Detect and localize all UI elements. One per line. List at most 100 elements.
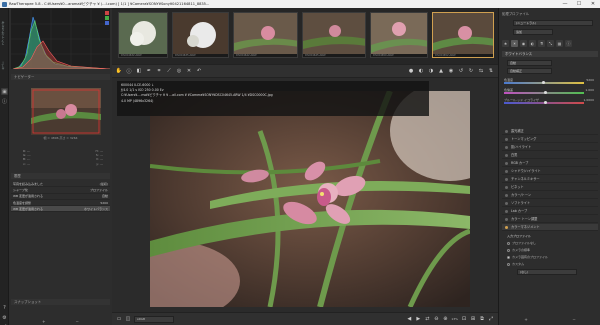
- softproof-icon[interactable]: ◫: [125, 316, 131, 322]
- detail-window-icon[interactable]: ⧉: [479, 316, 485, 322]
- warning-icon[interactable]: ▲: [438, 68, 444, 74]
- tool-section[interactable]: カラー/トーン: [502, 192, 598, 199]
- tool-section[interactable]: RGB カーブ: [502, 160, 598, 167]
- right-panel-footer: + −: [502, 317, 598, 323]
- color-management-section[interactable]: カラーマネジメント: [502, 224, 598, 231]
- film-thumbnail[interactable]: DSC04650.ARW: [370, 12, 428, 58]
- zoom-100-icon[interactable]: ⊞: [470, 316, 476, 322]
- blue-channel-toggle[interactable]: [105, 21, 109, 25]
- tool-section[interactable]: ビネット: [502, 184, 598, 191]
- blue-red-equalizer-slider[interactable]: ブルー/レッド イコライザ 1.0000: [504, 98, 594, 104]
- maximize-button[interactable]: ☐: [572, 0, 586, 8]
- flip-h-icon[interactable]: ⇆: [478, 68, 484, 74]
- tab-detail-icon[interactable]: ◉: [520, 40, 527, 47]
- spot-icon[interactable]: ◎: [176, 68, 182, 74]
- histogram: [11, 9, 111, 70]
- crop-icon[interactable]: ⌗: [156, 68, 162, 74]
- tool-section[interactable]: ソフトライト: [502, 200, 598, 207]
- info-icon[interactable]: ⓘ: [1, 98, 8, 105]
- fullscreen-toggle-icon[interactable]: ⤢: [488, 316, 494, 322]
- image-canvas[interactable]: 600044 ILCE-6000 ↓ ƒ/4.0 1/1 s ISO 250 0…: [112, 78, 498, 312]
- filmstrip: DSC04632.ARW DSC04635.ARW DSC04642.ARW D…: [112, 8, 498, 64]
- preferences-icon[interactable]: ⚙: [1, 314, 8, 321]
- prev-image-icon[interactable]: ◀: [406, 316, 412, 322]
- custom-profile-select[interactable]: (なし): [517, 269, 577, 275]
- tab-color-icon[interactable]: ◐: [529, 40, 536, 47]
- film-thumbnail[interactable]: DSC04632.ARW: [118, 12, 168, 58]
- film-thumbnail[interactable]: DSC04645.ARW: [302, 12, 366, 58]
- sync-icon[interactable]: ⇄: [424, 316, 430, 322]
- film-thumbnail[interactable]: DSC04642.ARW: [233, 12, 298, 58]
- editor-top-toolbar: ✋ ⓘ ◧ ✒ ⌗ ⟋ ◎ ✕ ↶ ● ◐ ◑ ▲ ◉ ↺ ↻ ⇆ ⇅: [112, 64, 498, 78]
- editor-icon[interactable]: ▣: [1, 88, 8, 95]
- wb-method-select[interactable]: 自動: [507, 60, 552, 66]
- straighten-icon[interactable]: ⟋: [166, 68, 172, 74]
- focus-mask-icon[interactable]: ◉: [448, 68, 454, 74]
- add-snapshot-button[interactable]: +: [42, 319, 45, 325]
- tab-exposure-icon[interactable]: ☀: [511, 40, 518, 47]
- tool-section[interactable]: Lab カーブ: [502, 208, 598, 215]
- tab-favorites-icon[interactable]: ★: [502, 40, 509, 47]
- zoom-fit-icon[interactable]: ⊡: [461, 316, 467, 322]
- info-toggle-icon[interactable]: ⓘ: [126, 68, 132, 75]
- tool-section[interactable]: 白黒: [502, 152, 598, 159]
- temperature-slider[interactable]: 色温度 5200: [504, 78, 594, 84]
- flip-v-icon[interactable]: ⇅: [488, 68, 494, 74]
- minimize-button[interactable]: —: [558, 0, 572, 8]
- tab-file-browser[interactable]: ファイルブラウザ: [1, 12, 8, 54]
- input-profile-title: 入力プロファイル: [507, 234, 532, 238]
- tool-section[interactable]: チャンネルミキサー: [502, 176, 598, 183]
- history-title[interactable]: 履歴: [11, 173, 110, 179]
- tab-metadata-icon[interactable]: ⓘ: [565, 40, 572, 47]
- radio-camera-standard[interactable]: カメラの標準: [507, 247, 595, 253]
- film-thumbnail[interactable]: DSC04635.ARW: [172, 12, 229, 58]
- indicator-icon[interactable]: ●: [408, 68, 414, 74]
- tab-queue[interactable]: キュー: [1, 58, 8, 74]
- right-remove-button[interactable]: −: [572, 317, 575, 323]
- tab-transform-icon[interactable]: ⤡: [547, 40, 554, 47]
- zoom-out-icon[interactable]: ⊖: [433, 316, 439, 322]
- tab-advanced-icon[interactable]: ⚗: [538, 40, 545, 47]
- history-undo-icon[interactable]: ↶: [196, 68, 202, 74]
- help-icon[interactable]: ?: [1, 304, 8, 311]
- tool-section[interactable]: 露光補正: [502, 128, 598, 135]
- tool-section[interactable]: シャドウ/ハイライト: [502, 168, 598, 175]
- rotate-left-icon[interactable]: ↺: [458, 68, 464, 74]
- tab-raw-icon[interactable]: ▦: [556, 40, 563, 47]
- zoom-in-icon[interactable]: ⊕: [442, 316, 448, 322]
- close-button[interactable]: ✕: [586, 0, 600, 8]
- lock-icon[interactable]: ✕: [186, 68, 192, 74]
- right-add-button[interactable]: +: [524, 317, 527, 323]
- radio-no-profile[interactable]: プロファイルなし: [507, 240, 595, 246]
- film-thumbnail-selected[interactable]: DSC04652.ARW: [432, 12, 494, 58]
- monitor-profile-icon[interactable]: ▭: [116, 316, 122, 322]
- preview-image[interactable]: [150, 91, 470, 307]
- tool-section[interactable]: カラー トーン調整: [502, 216, 598, 223]
- tool-section[interactable]: トーンマッピング: [502, 136, 598, 143]
- history-item-selected[interactable]: WB 変更が適用される ホワイトバランス: [11, 206, 110, 213]
- title-bar: RawTherapee 5.8 - C:¥Users¥0...aroma¥ピクチ…: [0, 0, 600, 8]
- snapshot-title[interactable]: スナップショット: [11, 299, 110, 305]
- tint-slider[interactable]: 色偏差 1.000: [504, 88, 594, 94]
- histogram-graph: [11, 9, 111, 70]
- radio-camera-specific[interactable]: カメラ固有のプロファイル: [507, 254, 595, 260]
- wb-auto-select[interactable]: 自動補正: [507, 68, 552, 74]
- wb-picker-icon[interactable]: ✒: [146, 68, 152, 74]
- rotate-right-icon[interactable]: ↻: [468, 68, 474, 74]
- before-after-icon[interactable]: ◧: [136, 68, 142, 74]
- remove-snapshot-button[interactable]: −: [76, 319, 79, 325]
- hand-tool-icon[interactable]: ✋: [116, 68, 122, 74]
- profile-mode-select[interactable]: 追加: [513, 29, 553, 35]
- profile-select[interactable]: (ニュートラル): [513, 20, 593, 26]
- radio-custom[interactable]: カスタム: [507, 261, 595, 267]
- tool-section[interactable]: 影/ハイライト: [502, 144, 598, 151]
- green-channel-toggle[interactable]: [105, 16, 109, 20]
- clip-shadow-icon[interactable]: ◐: [418, 68, 424, 74]
- navigator-title[interactable]: ナビゲーター: [11, 74, 110, 80]
- white-balance-header[interactable]: ホワイトバランス: [502, 51, 598, 57]
- clip-highlight-icon[interactable]: ◑: [428, 68, 434, 74]
- next-image-icon[interactable]: ▶: [415, 316, 421, 322]
- output-profile-select[interactable]: sRGB: [134, 315, 174, 323]
- navigator-thumbnail[interactable]: [31, 88, 101, 135]
- red-channel-toggle[interactable]: [105, 11, 109, 15]
